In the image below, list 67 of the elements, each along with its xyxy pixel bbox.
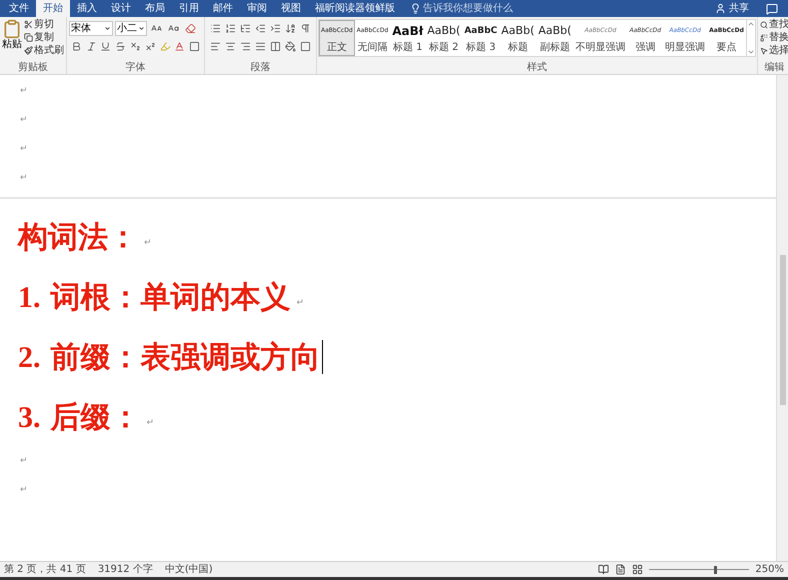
group-label: 字体	[124, 62, 146, 74]
style-item[interactable]: AaBb( 标题 2	[425, 20, 462, 56]
paintbrush-icon	[24, 46, 33, 55]
paragraph-mark: ↵	[146, 417, 154, 430]
list-number: 1.	[18, 280, 40, 316]
scroll-up-icon	[746, 20, 755, 28]
web-layout-icon	[632, 564, 644, 575]
scrollbar[interactable]	[776, 75, 788, 561]
scissors-icon	[24, 20, 33, 29]
user-icon	[715, 3, 726, 14]
ribbon-tab[interactable]: 引用	[172, 0, 206, 17]
style-item[interactable]: AaBb( 副标题	[536, 20, 574, 56]
search-icon	[760, 20, 768, 28]
ribbon-tab[interactable]: 开始	[36, 0, 70, 17]
paste-button[interactable]: 粘贴	[2, 17, 22, 62]
clipboard-icon	[2, 19, 22, 39]
group-label: 段落	[250, 62, 272, 74]
paragraph-mark: ↵	[20, 142, 28, 156]
font-size-field[interactable]: 小二	[115, 20, 147, 36]
language-indicator[interactable]: 中文(中国)	[164, 562, 213, 577]
zoom-level[interactable]: 250%	[755, 562, 784, 577]
style-item[interactable]: AaBb( 标题	[499, 20, 536, 56]
paragraph-mark: ↵	[20, 172, 28, 185]
ribbon-tab[interactable]: 布局	[138, 0, 172, 17]
zoom-slider-thumb[interactable]	[714, 566, 718, 574]
page-count[interactable]: 第 2 页，共 41 页	[4, 562, 86, 577]
copy-button[interactable]: 复制	[24, 31, 64, 44]
zoom-slider[interactable]	[649, 566, 750, 574]
style-item[interactable]: AaBbC 标题 3	[462, 20, 500, 56]
share-button[interactable]: 共享	[729, 1, 749, 16]
paragraph-mark: ↵	[296, 297, 304, 310]
ribbon-tab[interactable]: 福昕阅读器领鲜版	[308, 0, 402, 17]
paragraph-mark: ↵	[20, 454, 28, 468]
paragraph-mark: ↵	[20, 84, 28, 98]
heading-text: 构词法：	[18, 218, 138, 256]
cut-button[interactable]: 剪切	[24, 18, 64, 31]
ribbon-tab[interactable]: 邮件	[206, 0, 240, 17]
font-name-field[interactable]: 宋体	[69, 20, 113, 36]
group-label: 剪贴板	[17, 62, 49, 74]
group-label: 编辑	[763, 62, 786, 74]
pointer-icon	[760, 46, 768, 54]
replace-button[interactable]: 替换	[760, 31, 788, 44]
heading-text: 前缀：表强调或方向	[50, 338, 320, 376]
group-label: 样式	[526, 62, 548, 74]
ribbon-tab[interactable]: 插入	[70, 0, 104, 17]
style-item[interactable]: AaBł 标题 1	[390, 20, 426, 56]
format-painter-button[interactable]: 格式刷	[24, 44, 64, 57]
heading-text: 后缀：	[50, 398, 140, 436]
list-number: 3.	[18, 400, 40, 436]
paragraph-mark: ↵	[20, 114, 28, 127]
scroll-down-icon	[746, 48, 755, 56]
lightbulb-icon	[410, 3, 421, 14]
heading-text: 词根：单词的本义	[50, 278, 290, 316]
copy-icon	[24, 33, 33, 42]
ribbon-tab[interactable]: 视图	[274, 0, 308, 17]
word-count[interactable]: 31912 个字	[98, 562, 153, 577]
read-mode-icon	[598, 564, 610, 575]
replace-icon	[760, 34, 768, 42]
print-layout-icon	[615, 564, 626, 575]
ribbon-tab[interactable]: 文件	[2, 0, 36, 17]
ribbon-tab[interactable]: 设计	[104, 0, 138, 17]
paragraph-mark: ↵	[20, 484, 28, 497]
paragraph-mark: ↵	[144, 237, 152, 250]
list-number: 2.	[18, 340, 40, 376]
tell-me-field[interactable]: 告诉我你想要做什么	[423, 1, 513, 16]
comment-icon	[766, 2, 778, 14]
ribbon-tab[interactable]: 审阅	[240, 0, 274, 17]
